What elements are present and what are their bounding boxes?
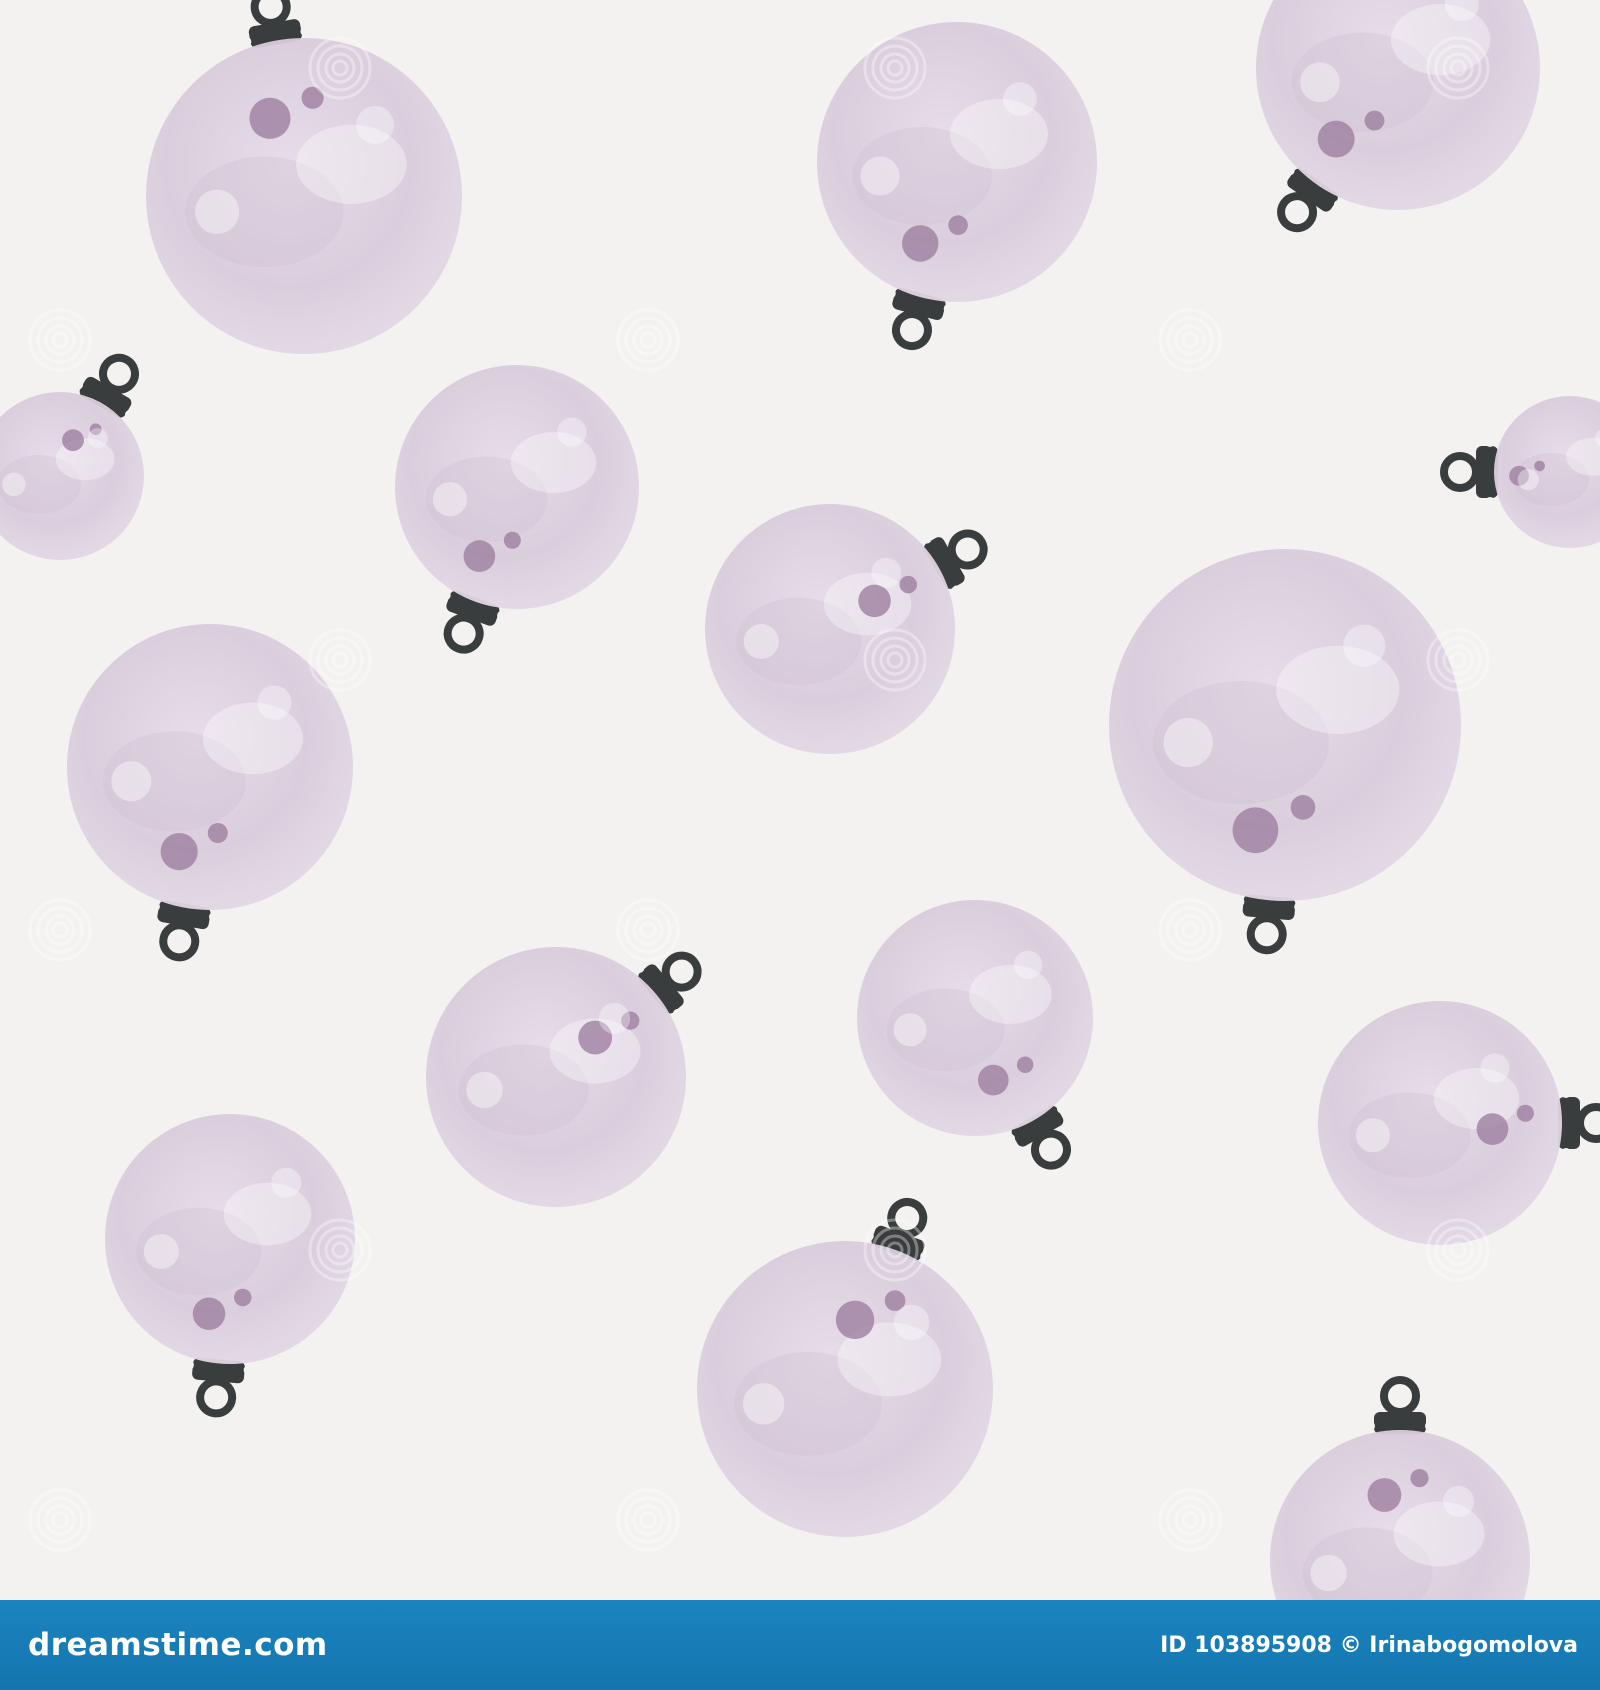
ornament-cap-icon xyxy=(1558,1088,1600,1158)
watermark-spiral-icon xyxy=(1426,1218,1490,1282)
ornament-ball xyxy=(1440,396,1600,548)
ornament-ball xyxy=(1109,549,1461,955)
ornament-ball xyxy=(857,900,1093,1170)
ornament-pattern xyxy=(0,0,1600,1600)
ornament-cap-icon xyxy=(1234,894,1305,955)
watermark-spiral-icon xyxy=(28,1488,92,1552)
watermark-spiral-icon xyxy=(28,898,92,962)
ornament-ball xyxy=(817,22,1097,351)
ornament-ball xyxy=(697,1197,993,1537)
watermark-spiral-icon xyxy=(616,308,680,372)
ornament-ball xyxy=(1256,0,1540,233)
brand-logo-text: dreamstime.com xyxy=(28,1627,328,1663)
watermark-spiral-icon xyxy=(308,628,372,692)
ornament-ball xyxy=(67,624,353,962)
watermark-spiral-icon xyxy=(616,898,680,962)
stock-image-stage: dreamstime.com ID 103895908 © Irinabogom… xyxy=(0,0,1600,1690)
watermark-spiral-icon xyxy=(1158,308,1222,372)
watermark-spiral-icon xyxy=(1426,628,1490,692)
ornament-ball xyxy=(426,947,702,1207)
watermark-spiral-icon xyxy=(616,1488,680,1552)
image-credits: ID 103895908 © Irinabogomolova xyxy=(1160,1632,1578,1658)
watermark-spiral-icon xyxy=(28,308,92,372)
ornament-ball xyxy=(705,504,988,754)
ornament-ball xyxy=(395,365,639,654)
ornament-cap-icon xyxy=(183,1357,254,1418)
watermark-spiral-icon xyxy=(1158,1488,1222,1552)
ornament-ball xyxy=(105,1114,355,1418)
ornament-ball xyxy=(1270,1376,1530,1600)
watermark-spiral-icon xyxy=(1158,898,1222,962)
ornament-ball xyxy=(1318,1001,1600,1245)
ornament-ball xyxy=(146,0,462,354)
ornament-ball xyxy=(0,353,144,560)
ornament-cap-icon xyxy=(1365,1376,1435,1434)
footer-bar: dreamstime.com ID 103895908 © Irinabogom… xyxy=(0,1600,1600,1690)
ornament-cap-icon xyxy=(1440,437,1498,507)
